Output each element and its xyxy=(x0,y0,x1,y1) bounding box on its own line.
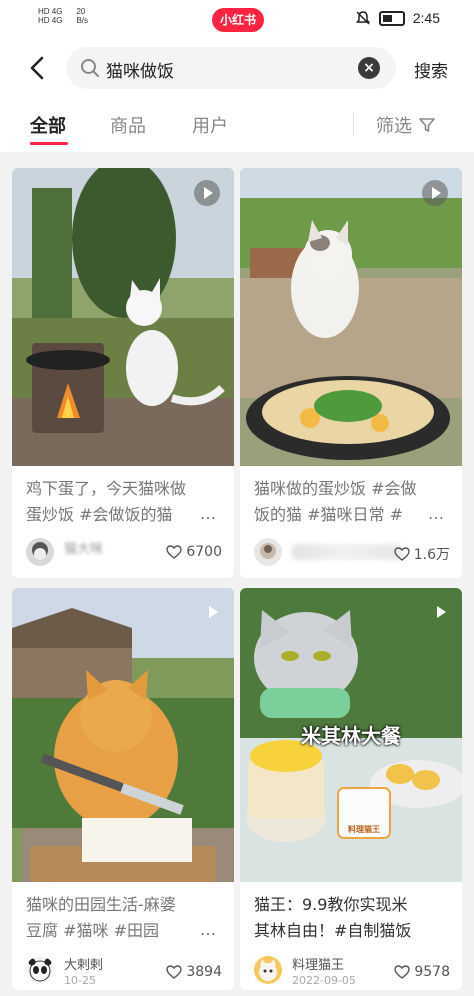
tab-divider xyxy=(353,112,354,136)
filter-tabs: 全部 商品 用户 筛选 xyxy=(0,98,474,153)
search-header: 猫咪做饭 × 搜索 xyxy=(0,40,474,98)
search-input[interactable]: 猫咪做饭 × xyxy=(66,47,396,89)
app-badge: 小红书 xyxy=(212,8,264,32)
note-title: 猫咪做的蛋炒饭 #会做 饭的猫 #猫咪日常 # xyxy=(254,479,417,524)
funnel-icon xyxy=(419,118,435,132)
cover-image-cat-tofu xyxy=(12,588,234,882)
author-name[interactable]: 大剌剌 xyxy=(64,954,103,973)
speed-value: 20 xyxy=(76,7,86,16)
status-bar: HD 4G 20 HD 4G B/s 小红书 2:45 xyxy=(0,0,474,40)
heart-icon xyxy=(394,965,411,979)
speed-unit: B/s xyxy=(76,16,89,25)
like-count[interactable]: 9578 xyxy=(394,964,450,980)
title-ellipsis: … xyxy=(200,920,216,939)
avatar[interactable] xyxy=(254,538,282,566)
author-name-blurred xyxy=(292,544,402,560)
author-name[interactable]: 料理猫王 xyxy=(292,954,344,973)
sim1-indicator: HD 4G xyxy=(38,7,63,16)
search-icon xyxy=(81,59,99,77)
note-card-1[interactable]: 鸡下蛋了，今天猫咪做 蛋炒饭 #会做饭的猫 … 猫大咪 6700 xyxy=(12,168,234,578)
note-title: 猫咪的田园生活-麻婆 豆腐 #猫咪 #田园 xyxy=(26,895,176,940)
search-button[interactable]: 搜索 xyxy=(414,57,448,82)
post-date: 10-25 xyxy=(64,974,96,987)
sign-text: 料理猫王 xyxy=(348,825,380,834)
video-play-icon xyxy=(209,606,218,618)
filter-button[interactable]: 筛选 xyxy=(376,112,436,138)
like-count[interactable]: 6700 xyxy=(166,544,222,560)
network-status: HD 4G 20 HD 4G B/s xyxy=(38,7,88,25)
back-arrow-icon[interactable] xyxy=(24,54,52,82)
search-query-text: 猫咪做饭 xyxy=(106,62,174,82)
like-count[interactable]: 1.6万 xyxy=(394,544,450,564)
heart-icon xyxy=(394,547,410,561)
cover-image-cat-stir-fry xyxy=(240,168,462,466)
video-play-icon xyxy=(437,606,446,618)
note-title: 猫王：9.9教你实现米 其林自由！#自制猫饭 xyxy=(254,895,412,940)
heart-icon xyxy=(166,545,183,559)
mute-icon xyxy=(355,11,370,25)
filter-label: 筛选 xyxy=(376,116,412,137)
cover-image-cat-cooking-egg-rice xyxy=(12,168,234,466)
title-ellipsis: … xyxy=(200,504,216,523)
post-date: 2022-09-05 xyxy=(292,974,356,987)
status-icons: 2:45 xyxy=(355,10,440,26)
active-tab-indicator xyxy=(30,142,68,145)
author-name[interactable]: 猫大咪 xyxy=(64,538,103,557)
clock: 2:45 xyxy=(412,10,440,26)
tab-users[interactable]: 用户 xyxy=(192,112,228,138)
video-play-icon xyxy=(422,180,448,206)
clear-icon[interactable]: × xyxy=(358,57,380,79)
battery-icon xyxy=(378,10,405,26)
cover-overlay-text: 米其林大餐 xyxy=(301,724,401,748)
tab-all[interactable]: 全部 xyxy=(30,112,66,138)
avatar[interactable] xyxy=(254,956,282,984)
note-card-4[interactable]: 米其林大餐 料理猫王 猫王：9.9教你实现米 其林自由！#自制猫饭 料理猫王 20… xyxy=(240,588,462,990)
like-count[interactable]: 3894 xyxy=(166,964,222,980)
video-play-icon xyxy=(194,180,220,206)
heart-icon xyxy=(166,965,183,979)
tab-products[interactable]: 商品 xyxy=(110,112,146,138)
title-ellipsis: … xyxy=(428,504,444,523)
avatar[interactable] xyxy=(26,956,54,984)
note-title: 鸡下蛋了，今天猫咪做 蛋炒饭 #会做饭的猫 xyxy=(26,479,187,524)
note-card-3[interactable]: 猫咪的田园生活-麻婆 豆腐 #猫咪 #田园 … 大剌剌 10-25 3894 xyxy=(12,588,234,990)
sim2-indicator: HD 4G xyxy=(38,16,63,25)
avatar[interactable] xyxy=(26,538,54,566)
note-card-2[interactable]: 猫咪做的蛋炒饭 #会做 饭的猫 #猫咪日常 # … 1.6万 xyxy=(240,168,462,578)
